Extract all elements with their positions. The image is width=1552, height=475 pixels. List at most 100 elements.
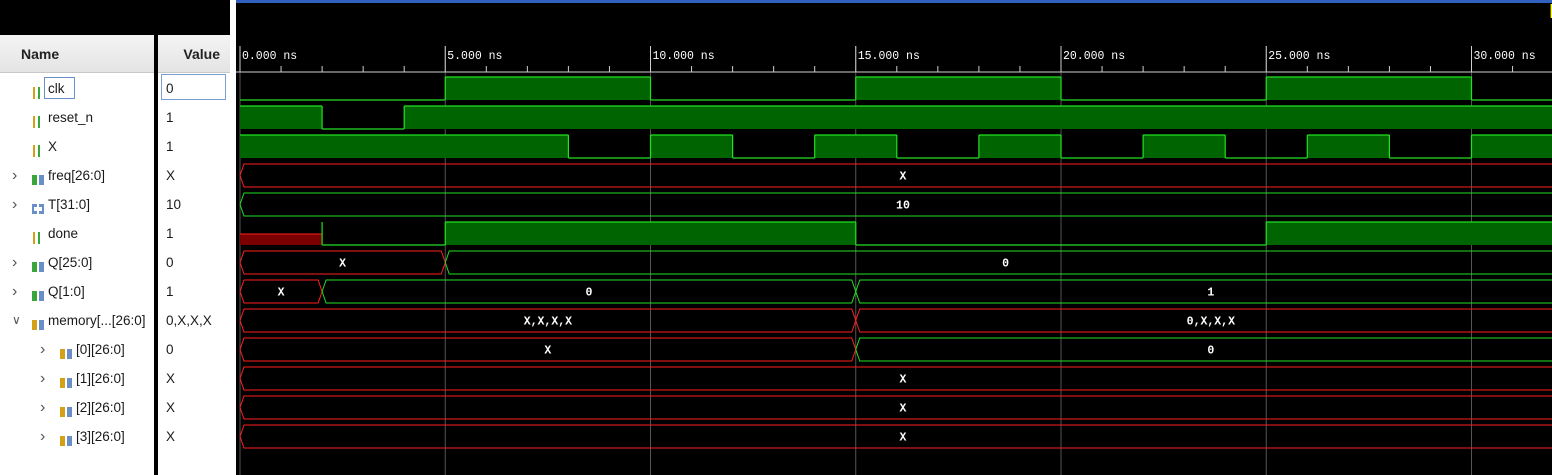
bus-signal-icon [31,255,44,272]
time-tick-label: 15.000 ns [858,50,920,63]
signal-value: X [166,429,176,444]
bit-high-segment [1143,135,1226,158]
waveform-top-border [236,0,1552,3]
signal-row[interactable]: › Q[1:0] 1 [0,277,230,306]
array-signal-icon [59,371,72,388]
bit-high-segment [1266,77,1472,100]
expand-chevron-icon[interactable]: › [40,393,45,422]
signal-row[interactable]: › [3][26:0] X [0,422,230,451]
expand-chevron-icon[interactable]: › [40,335,45,364]
signal-name: [2][26:0] [76,400,125,415]
expand-chevron-icon[interactable]: › [12,161,17,190]
signal-value: X [166,371,176,386]
time-tick-label: 10.000 ns [653,50,715,63]
bus-value-segment [444,250,1552,275]
bus-value-label: X [278,287,285,300]
bit-high-segment [814,135,897,158]
bus-value-label: X [900,374,907,387]
bit-high-segment [240,106,323,129]
bus-value-segment [239,395,1552,420]
signal-row[interactable]: › T[31:0] 10 [0,190,230,219]
signal-value: X [166,400,176,415]
bit-high-segment [445,77,651,100]
signal-name: Q[25:0] [48,255,93,270]
signal-row[interactable]: X1 [0,132,230,161]
bus-value-label: X [544,345,551,358]
signal-name: [1][26:0] [76,371,125,386]
signal-value: 1 [166,284,174,299]
signal-value: 0 [166,81,174,96]
bit-high-segment [1307,135,1390,158]
bus-value-segment [239,366,1552,391]
signal-row[interactable]: › Q[25:0] 0 [0,248,230,277]
signal-name: X [48,139,58,154]
bus-value-label: X [900,432,907,445]
signal-value: X [166,168,176,183]
bus-value-label: 0 [1207,345,1214,358]
expand-chevron-icon[interactable]: › [12,277,17,306]
bus-value-label: 0 [1002,258,1009,271]
value-column-header[interactable]: Value [158,35,230,73]
time-tick-label: 25.000 ns [1268,50,1330,63]
signal-name: [3][26:0] [76,429,125,444]
bus-value-label: 0 [585,287,592,300]
bit-high-segment [404,106,1552,129]
bit-high-segment [1471,135,1552,158]
array-signal-icon [59,429,72,446]
signal-name: [0][26:0] [76,342,125,357]
expand-chevron-icon[interactable]: › [40,422,45,451]
bus-value-label: 1 [1207,287,1214,300]
bit-high-segment [240,135,569,158]
bus-signal-icon [31,284,44,301]
bus-value-segment [855,337,1552,362]
signal-value: 1 [166,139,174,154]
signal-row[interactable]: › freq[26:0] X [0,161,230,190]
bus-value-label: X [900,403,907,416]
bus-value-label: X [339,258,346,271]
bit-signal-icon [31,226,43,244]
signal-row[interactable]: › [0][26:0] 0 [0,335,230,364]
signal-name: Q[1:0] [48,284,85,299]
waveform-canvas[interactable]: 0.000 ns 5.000 ns 10.000 ns 15.000 ns 20.000… [236,0,1552,475]
array-signal-icon [59,342,72,359]
waveform-viewer[interactable]: 0.000 ns 5.000 ns 10.000 ns 15.000 ns 20.000… [236,0,1552,475]
signal-row[interactable]: ∨ memory[...[26:0] 0,X,X,X [0,306,230,335]
bit-high-segment [650,135,733,158]
bus-value-segment [239,424,1552,449]
signal-name: clk [48,81,65,96]
expand-chevron-icon[interactable]: › [12,248,17,277]
param-signal-icon [31,197,44,214]
collapse-chevron-icon[interactable]: ∨ [12,306,21,335]
time-tick-label: 5.000 ns [447,50,502,63]
bus-value-segment [239,163,1552,188]
signal-name: reset_n [48,110,94,125]
bit-high-segment [978,135,1061,158]
signal-row[interactable]: clk 0 [0,74,230,103]
signal-name: T[31:0] [48,197,91,212]
signal-row[interactable]: › [2][26:0] X [0,393,230,422]
bit-high-segment [855,77,1061,100]
signal-value: 10 [166,197,182,212]
signal-row[interactable]: reset_n 1 [0,103,230,132]
signal-value: 0 [166,255,174,270]
name-column-header[interactable]: Name [0,35,154,73]
signal-value: 0 [166,342,174,357]
bus-value-label: 10 [896,200,910,213]
signal-value: 1 [166,110,174,125]
bus-signal-icon [31,168,44,185]
array-signal-icon [31,313,44,330]
signal-row[interactable]: done 1 [0,219,230,248]
array-signal-icon [59,400,72,417]
bus-value-label: X [900,171,907,184]
bus-value-segment [855,279,1552,304]
bit-signal-icon [31,139,43,157]
bit-high-segment [445,222,856,245]
signal-name: memory[...[26:0] [48,313,146,328]
bit-high-segment [1266,222,1552,245]
expand-chevron-icon[interactable]: › [12,190,17,219]
bus-value-label: 0,X,X,X [1187,316,1235,329]
signal-row[interactable]: › [1][26:0] X [0,364,230,393]
expand-chevron-icon[interactable]: › [40,364,45,393]
signal-name: freq[26:0] [48,168,106,183]
bit-signal-icon [31,110,43,128]
